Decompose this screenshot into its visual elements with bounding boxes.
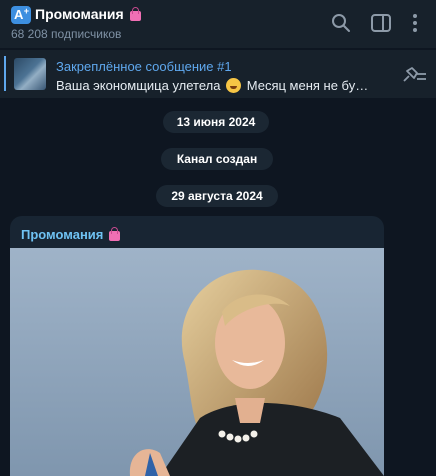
- channel-header[interactable]: A + Промомания 68 208 подписчиков: [0, 0, 436, 48]
- pinned-text: Ваша экономщица улетела Месяц меня не бу…: [56, 78, 369, 93]
- channel-post[interactable]: Промомания: [10, 216, 384, 476]
- shopping-bag-icon: [128, 7, 143, 21]
- app-logo-icon: A +: [11, 6, 31, 24]
- more-icon[interactable]: [404, 12, 426, 34]
- pinned-message-bar[interactable]: Закреплённое сообщение #1 Ваша экономщиц…: [0, 50, 436, 98]
- post-photo[interactable]: [10, 248, 384, 476]
- service-message: Канал создан: [161, 148, 273, 170]
- sidebar-toggle-icon[interactable]: [370, 12, 392, 34]
- post-author[interactable]: Промомания: [21, 227, 122, 242]
- unpin-icon[interactable]: [400, 65, 428, 85]
- date-separator: 13 июня 2024: [163, 111, 269, 133]
- pinned-indicator: [4, 56, 6, 91]
- search-icon[interactable]: [330, 12, 352, 34]
- laughing-emoji-icon: [226, 78, 242, 93]
- subscriber-count: 68 208 подписчиков: [11, 27, 122, 41]
- pinned-title: Закреплённое сообщение #1: [56, 59, 232, 74]
- shopping-bag-icon: [107, 227, 122, 241]
- channel-title[interactable]: Промомания: [35, 6, 143, 22]
- pinned-thumbnail: [14, 58, 46, 90]
- date-separator: 29 августа 2024: [156, 185, 278, 207]
